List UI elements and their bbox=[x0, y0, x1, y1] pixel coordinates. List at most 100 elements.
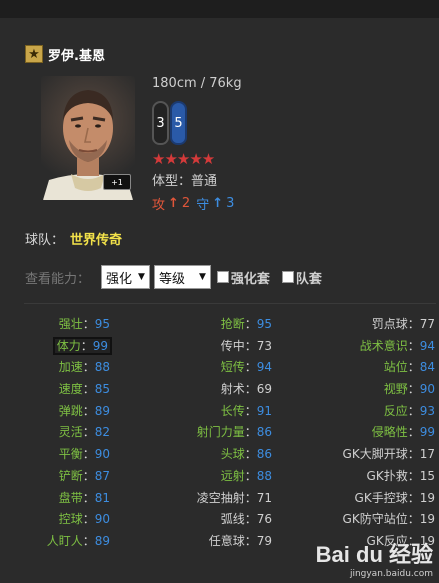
stat-value: 86 bbox=[256, 425, 272, 440]
attack-arrow-icon: ↑ bbox=[168, 196, 179, 211]
stat-row: 长传：91 bbox=[220, 403, 272, 418]
top-bar bbox=[0, 0, 439, 18]
team-set-checkbox[interactable]: 队套 bbox=[281, 268, 322, 287]
view-ability-label: 查看能力： bbox=[25, 271, 91, 287]
stat-row: GK防守站位：19 bbox=[342, 512, 435, 527]
stat-value: 81 bbox=[94, 490, 110, 505]
stat-row: 控球：90 bbox=[58, 512, 110, 527]
level-select[interactable]: 等级 ▼ bbox=[153, 265, 211, 289]
stat-label: 加速 bbox=[58, 360, 83, 375]
stat-value: 82 bbox=[94, 425, 110, 440]
stat-value: 90 bbox=[419, 382, 435, 397]
stat-value: 88 bbox=[94, 360, 110, 375]
stat-value: 99 bbox=[92, 338, 108, 353]
stat-row: 弹跳：89 bbox=[58, 403, 110, 418]
stat-row: 铲断：87 bbox=[58, 468, 110, 483]
stat-row: GK大脚开球：17 bbox=[342, 447, 435, 462]
stat-row: 灵活：82 bbox=[58, 425, 110, 440]
stat-label: 远射 bbox=[220, 468, 245, 483]
stat-row: 射术：69 bbox=[220, 382, 272, 397]
right-foot-rating: 5 bbox=[170, 101, 187, 145]
stat-value: 90 bbox=[94, 447, 110, 462]
work-rate: 攻 ↑ 2 守 ↑ 3 bbox=[152, 194, 234, 213]
stat-value: 89 bbox=[94, 403, 110, 418]
stat-row: 视野：90 bbox=[383, 382, 435, 397]
player-name-row: ★ 罗伊.基恩 bbox=[25, 43, 105, 65]
stat-value: 84 bbox=[419, 360, 435, 375]
stat-value: 87 bbox=[94, 468, 110, 483]
stat-value: 88 bbox=[256, 468, 272, 483]
stat-label: 射门力量 bbox=[196, 425, 245, 440]
stats-column-2: 抢断：95 传中：73 短传：94 射术：69 长传：91 射门力量：86 头球… bbox=[160, 314, 272, 553]
stat-label: 强壮 bbox=[58, 317, 83, 331]
team-label: 球队： bbox=[25, 233, 65, 248]
stat-value: 90 bbox=[94, 512, 110, 527]
stat-label: 控球 bbox=[58, 512, 83, 527]
baidu-watermark: Bai du 经验 jingyan.baidu.com bbox=[316, 537, 433, 579]
stat-row: 传中：73 bbox=[220, 338, 272, 353]
stat-row: 侵略性：99 bbox=[371, 425, 435, 440]
stat-value: 73 bbox=[256, 338, 272, 353]
enhance-set-label: 强化套 bbox=[230, 271, 270, 287]
enhance-select[interactable]: 强化 ▼ bbox=[101, 265, 150, 289]
player-card: ★ 罗伊.基恩 +1 180cm / 76kg 3 5 ★★★★★ 体型：普通 … bbox=[0, 0, 439, 583]
team-row: 球队： 世界传奇 bbox=[25, 229, 122, 248]
stat-label: 视野 bbox=[383, 382, 408, 397]
stat-label: 灵活 bbox=[58, 425, 83, 440]
left-foot-rating: 3 bbox=[152, 101, 169, 145]
stat-label: 站位 bbox=[383, 360, 408, 375]
stat-label: 传中 bbox=[220, 338, 245, 353]
divider bbox=[24, 303, 436, 304]
checkbox-box[interactable] bbox=[216, 271, 229, 283]
stat-value: 85 bbox=[94, 382, 110, 397]
stat-value: 94 bbox=[256, 360, 272, 375]
stat-value: 69 bbox=[256, 382, 272, 397]
enhance-set-checkbox[interactable]: 强化套 bbox=[216, 268, 270, 287]
stat-label: 任意球 bbox=[208, 533, 245, 548]
stat-row: 人盯人：89 bbox=[46, 533, 110, 548]
stat-value: 19 bbox=[419, 490, 435, 505]
stat-label: 速度 bbox=[58, 382, 83, 397]
stat-value: 17 bbox=[419, 447, 435, 462]
stat-label: 凌空抽射 bbox=[196, 490, 245, 505]
stat-row: 罚点球：77 bbox=[371, 317, 435, 331]
stat-label: 体力 bbox=[56, 338, 81, 353]
level-badge: +1 bbox=[103, 174, 131, 190]
height-weight: 180cm / 76kg bbox=[152, 76, 242, 91]
stat-row: 战术意识：94 bbox=[359, 338, 435, 353]
team-set-label: 队套 bbox=[295, 271, 322, 287]
watermark-url: jingyan.baidu.com bbox=[349, 569, 433, 579]
stat-value: 19 bbox=[419, 512, 435, 527]
highlighted-stat: 体力：99 bbox=[52, 336, 113, 355]
stat-row: 弧线：76 bbox=[220, 512, 272, 527]
defense-label: 守 bbox=[196, 198, 210, 213]
stat-label: 铲断 bbox=[58, 468, 83, 483]
stat-value: 15 bbox=[419, 468, 435, 483]
stat-label: GK防守站位 bbox=[342, 512, 408, 527]
level-select-value: 等级 bbox=[158, 271, 185, 287]
checkbox-box[interactable] bbox=[281, 271, 294, 283]
stat-label: 头球 bbox=[220, 447, 245, 462]
stat-row: 头球：86 bbox=[220, 447, 272, 462]
stat-row: 站位：84 bbox=[383, 360, 435, 375]
team-name: 世界传奇 bbox=[70, 233, 123, 248]
stat-value: 93 bbox=[419, 403, 435, 418]
stat-label: 人盯人 bbox=[46, 533, 83, 548]
body-type: 体型：普通 bbox=[152, 174, 218, 189]
chevron-down-icon: ▼ bbox=[138, 272, 145, 282]
stat-row: 凌空抽射：71 bbox=[196, 490, 272, 505]
watermark-logo: Bai du 经验 bbox=[315, 542, 433, 567]
stat-row: 强壮：95 bbox=[58, 317, 110, 331]
stat-row: 射门力量：86 bbox=[196, 425, 272, 440]
stat-row: 反应：93 bbox=[383, 403, 435, 418]
stat-label: 长传 bbox=[220, 403, 245, 418]
defense-arrow-icon: ↑ bbox=[212, 196, 224, 211]
star-badge-icon: ★ bbox=[25, 45, 43, 63]
stats-column-1: 强壮：95 体力：99 加速：88 速度：85 弹跳：89 灵活：82 平衡：9… bbox=[0, 314, 113, 553]
stat-row: GK手控球：19 bbox=[354, 490, 435, 505]
stat-label: 盘带 bbox=[58, 490, 83, 505]
stat-label: GK大脚开球 bbox=[342, 447, 408, 462]
stat-value: 79 bbox=[256, 533, 272, 548]
stat-value: 76 bbox=[256, 512, 272, 527]
stat-label: 抢断 bbox=[220, 317, 245, 331]
